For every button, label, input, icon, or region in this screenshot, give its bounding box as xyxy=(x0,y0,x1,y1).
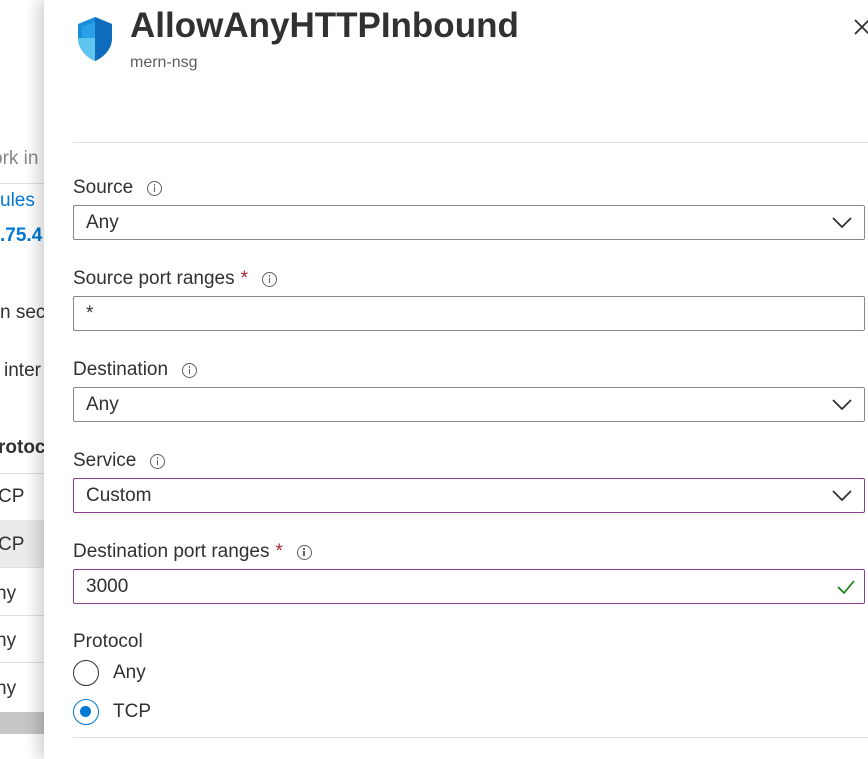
destination-port-ranges-label-text: Destination port ranges xyxy=(73,541,270,562)
destination-dropdown[interactable]: Any xyxy=(73,387,865,422)
radio-label: TCP xyxy=(113,701,151,722)
bg-table-cell: CP xyxy=(0,534,25,555)
bg-text-fragment: ork in xyxy=(0,148,39,169)
info-icon[interactable] xyxy=(147,180,163,196)
required-marker: * xyxy=(240,268,248,289)
destination-label: Destination xyxy=(73,359,198,381)
bg-horizontal-scrollbar[interactable] xyxy=(0,712,44,734)
destination-port-ranges-value: 3000 xyxy=(86,575,129,597)
destination-label-text: Destination xyxy=(73,359,169,380)
service-label-text: Service xyxy=(73,450,137,471)
destination-port-ranges-label: Destination port ranges * xyxy=(73,541,312,563)
bg-divider xyxy=(0,183,44,184)
chevron-down-icon xyxy=(832,399,852,411)
bg-table-cell: CP xyxy=(0,486,25,507)
info-icon[interactable] xyxy=(296,544,312,560)
info-icon[interactable] xyxy=(150,453,166,469)
checkmark-icon xyxy=(837,580,855,595)
bg-divider xyxy=(0,473,44,474)
protocol-label-text: Protocol xyxy=(73,631,143,652)
required-marker: * xyxy=(275,541,283,562)
source-value: Any xyxy=(86,211,119,233)
service-label: Service xyxy=(73,450,166,472)
source-dropdown[interactable]: Any xyxy=(73,205,865,240)
info-icon[interactable] xyxy=(262,271,277,287)
source-label-text: Source xyxy=(73,177,134,198)
panel-title: AllowAnyHTTPInbound xyxy=(130,6,519,45)
bg-ip-address[interactable]: .75.4 xyxy=(0,225,42,247)
background-page: ork in ules .75.4 n sec inter rotoc CP C… xyxy=(0,0,44,759)
header-divider xyxy=(73,142,868,143)
source-label: Source xyxy=(73,177,163,199)
destination-value: Any xyxy=(86,393,119,415)
bg-divider xyxy=(0,567,44,568)
bg-text-fragment: inter xyxy=(4,360,41,381)
source-port-ranges-label: Source port ranges * xyxy=(73,268,277,290)
bg-link-rules[interactable]: ules xyxy=(0,190,35,212)
bg-divider xyxy=(0,615,44,616)
bg-table-cell: ny xyxy=(0,678,17,699)
bg-text-fragment: n sec xyxy=(0,302,44,323)
bg-table-cell: ny xyxy=(0,630,17,651)
protocol-label: Protocol xyxy=(73,631,143,653)
close-icon[interactable] xyxy=(852,14,868,42)
source-port-ranges-value: * xyxy=(86,302,94,324)
radio-button[interactable] xyxy=(73,660,99,686)
bg-divider xyxy=(0,662,44,663)
service-value: Custom xyxy=(86,484,152,506)
chevron-down-icon xyxy=(832,217,852,229)
bg-column-header-protocol: rotoc xyxy=(0,437,44,458)
rule-edit-panel: AllowAnyHTTPInbound mern-nsg Source Any … xyxy=(44,0,868,759)
radio-button-selected[interactable] xyxy=(73,699,99,725)
service-dropdown[interactable]: Custom xyxy=(73,478,865,513)
protocol-option-any[interactable]: Any xyxy=(73,660,146,686)
bg-table-cell: ny xyxy=(0,583,17,604)
source-port-ranges-label-text: Source port ranges xyxy=(73,268,235,289)
protocol-option-tcp[interactable]: TCP xyxy=(73,699,151,725)
destination-port-ranges-input[interactable]: 3000 xyxy=(73,569,865,604)
panel-subtitle: mern-nsg xyxy=(130,54,198,71)
radio-label: Any xyxy=(113,662,146,683)
source-port-ranges-input[interactable]: * xyxy=(73,296,865,331)
chevron-down-icon xyxy=(832,490,852,502)
shield-icon xyxy=(78,17,112,61)
info-icon[interactable] xyxy=(182,362,198,378)
footer-divider xyxy=(73,737,868,738)
